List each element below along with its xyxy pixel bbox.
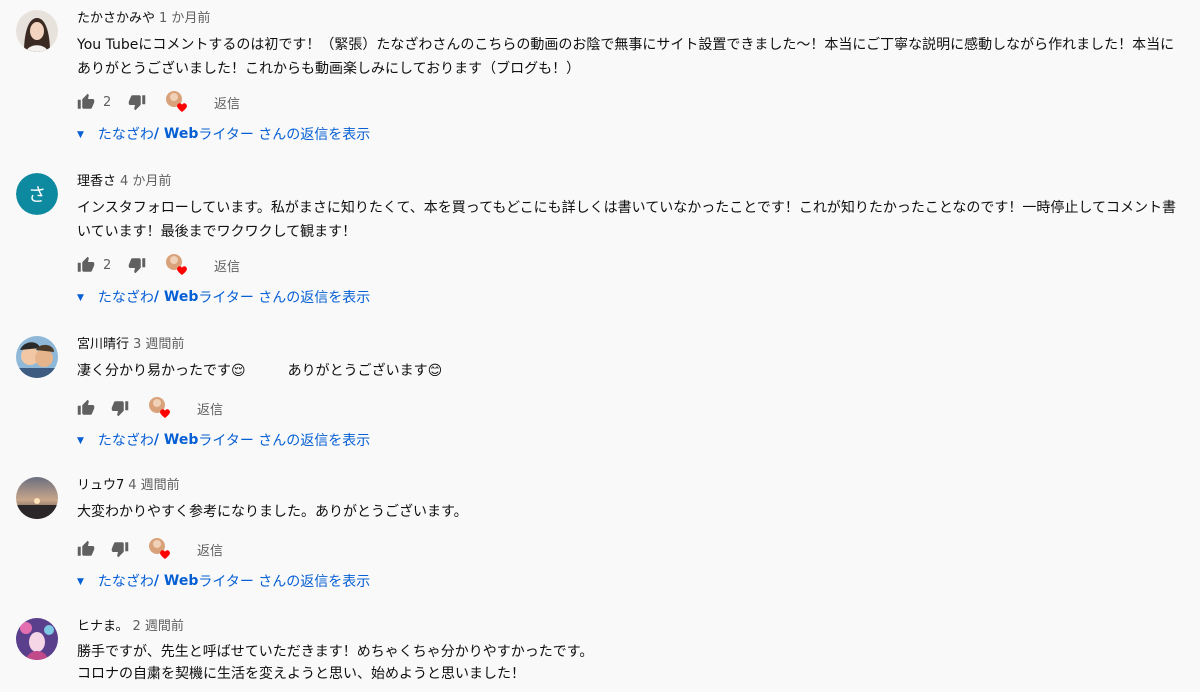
- replies-suffix: ライター さんの返信を表示: [198, 574, 371, 590]
- comment-time[interactable]: 4 か月前: [120, 174, 171, 189]
- dislike-button[interactable]: [111, 396, 129, 420]
- avatar[interactable]: [16, 10, 58, 52]
- thumb-down-icon: [111, 542, 129, 558]
- comment-author[interactable]: たかさかみや: [77, 11, 155, 26]
- dislike-button[interactable]: [128, 253, 146, 277]
- avatar-letter: さ: [16, 173, 58, 215]
- replies-bold: / Web: [153, 573, 199, 589]
- reply-button[interactable]: 返信: [197, 396, 223, 420]
- like-button[interactable]: [77, 537, 95, 561]
- comment-actions: 返信: [77, 537, 1188, 561]
- replies-prefix: たなざわ: [97, 574, 154, 590]
- comment-text: 大変わかりやすく参考になりました。ありがとうございます。: [77, 504, 468, 520]
- avatar[interactable]: [16, 336, 58, 378]
- view-replies: ▼ たなざわ / Web ライター さんの返信を表示: [77, 122, 1188, 146]
- avatar-sunset: [16, 477, 58, 519]
- view-replies-button[interactable]: ▼ たなざわ / Web ライター さんの返信を表示: [77, 285, 370, 309]
- replies-prefix: たなざわ: [97, 433, 154, 449]
- replies-suffix: ライター さんの返信を表示: [198, 433, 371, 449]
- view-replies: ▼ たなざわ / Web ライター さんの返信を表示: [77, 569, 1188, 593]
- comment-text: 凄く分かり易かったです😌 ありがとうございます😊: [77, 363, 443, 379]
- comment-text: 勝手ですが、先生と呼ばせていただきます！めちゃくちゃ分かりやすかったです。 コロ…: [77, 644, 594, 682]
- comment-time[interactable]: 2 週間前: [132, 619, 183, 634]
- creator-heart-icon: [166, 91, 187, 112]
- thumb-up-icon: [77, 540, 95, 556]
- like-button[interactable]: 2: [77, 90, 111, 114]
- replies-suffix: ライター さんの返信を表示: [198, 290, 371, 306]
- reply-button[interactable]: 返信: [214, 90, 240, 114]
- thumb-up-icon: [77, 399, 95, 415]
- triangle-down-icon: ▼: [77, 293, 84, 303]
- replies-prefix: たなざわ: [97, 290, 154, 306]
- comment-time[interactable]: 4 週間前: [128, 478, 179, 493]
- creator-heart: [165, 253, 189, 277]
- like-button[interactable]: 2: [77, 253, 111, 277]
- like-button[interactable]: [77, 396, 95, 420]
- avatar-anime: [16, 618, 58, 660]
- avatar[interactable]: [16, 477, 58, 519]
- view-replies-button[interactable]: ▼ たなざわ / Web ライター さんの返信を表示: [77, 428, 370, 452]
- comment-actions: 2 返信: [77, 90, 1188, 114]
- thumb-down-icon: [128, 258, 146, 274]
- thumb-down-icon: [128, 95, 146, 111]
- reply-label: 返信: [214, 96, 241, 112]
- like-count: 2: [103, 94, 112, 110]
- reply-label: 返信: [214, 259, 241, 275]
- reply-button[interactable]: 返信: [197, 537, 223, 561]
- triangle-down-icon: ▼: [77, 577, 84, 587]
- creator-heart: [148, 396, 172, 420]
- comment-author[interactable]: 宮川晴行: [77, 337, 129, 352]
- replies-bold: / Web: [153, 126, 199, 142]
- thumb-up-icon: [77, 256, 95, 272]
- dislike-button[interactable]: [128, 90, 146, 114]
- replies-suffix: ライター さんの返信を表示: [198, 127, 371, 143]
- replies-prefix: たなざわ: [97, 127, 154, 143]
- comment-time[interactable]: 3 週間前: [133, 337, 184, 352]
- dislike-button[interactable]: [111, 537, 129, 561]
- creator-heart-icon: [149, 397, 170, 418]
- replies-bold: / Web: [153, 432, 199, 448]
- comments-section: たかさかみや 1 か月前 You Tubeにコメントするのは初です！（緊張）たなざ…: [0, 0, 1200, 692]
- replies-bold: / Web: [153, 289, 199, 305]
- triangle-down-icon: ▼: [77, 130, 84, 140]
- reply-label: 返信: [197, 402, 224, 418]
- view-replies-button[interactable]: ▼ たなざわ / Web ライター さんの返信を表示: [77, 569, 370, 593]
- comment-author[interactable]: ヒナま。: [77, 619, 128, 634]
- comment-text: You Tubeにコメントするのは初です！（緊張）たなざわさんのこちらの動画のお…: [77, 37, 1175, 77]
- triangle-down-icon: ▼: [77, 436, 84, 446]
- reply-label: 返信: [197, 543, 224, 559]
- comment-text: インスタフォローしています。私がまさに知りたくて、本を買ってもどこにも詳しくは書…: [77, 200, 1176, 240]
- thumb-down-icon: [111, 401, 129, 417]
- like-count: 2: [103, 257, 112, 273]
- view-replies: ▼ たなざわ / Web ライター さんの返信を表示: [77, 285, 1188, 309]
- comment-time[interactable]: 1 か月前: [159, 11, 210, 26]
- comment-author[interactable]: リュウ7: [77, 478, 124, 493]
- creator-heart-icon: [166, 254, 187, 275]
- creator-heart-icon: [149, 538, 170, 559]
- avatar-photo-woman: [16, 10, 58, 52]
- avatar[interactable]: さ: [16, 173, 58, 215]
- avatar-cartoon: [16, 336, 58, 378]
- comment-actions: 2 返信: [77, 253, 1188, 277]
- thumb-up-icon: [77, 93, 95, 109]
- avatar[interactable]: [16, 618, 58, 660]
- creator-heart: [165, 90, 189, 114]
- comment-actions: 返信: [77, 396, 1188, 420]
- comment-author[interactable]: 理香さ: [77, 174, 116, 189]
- view-replies-button[interactable]: ▼ たなざわ / Web ライター さんの返信を表示: [77, 122, 370, 146]
- creator-heart: [148, 537, 172, 561]
- view-replies: ▼ たなざわ / Web ライター さんの返信を表示: [77, 428, 1188, 452]
- reply-button[interactable]: 返信: [214, 253, 240, 277]
